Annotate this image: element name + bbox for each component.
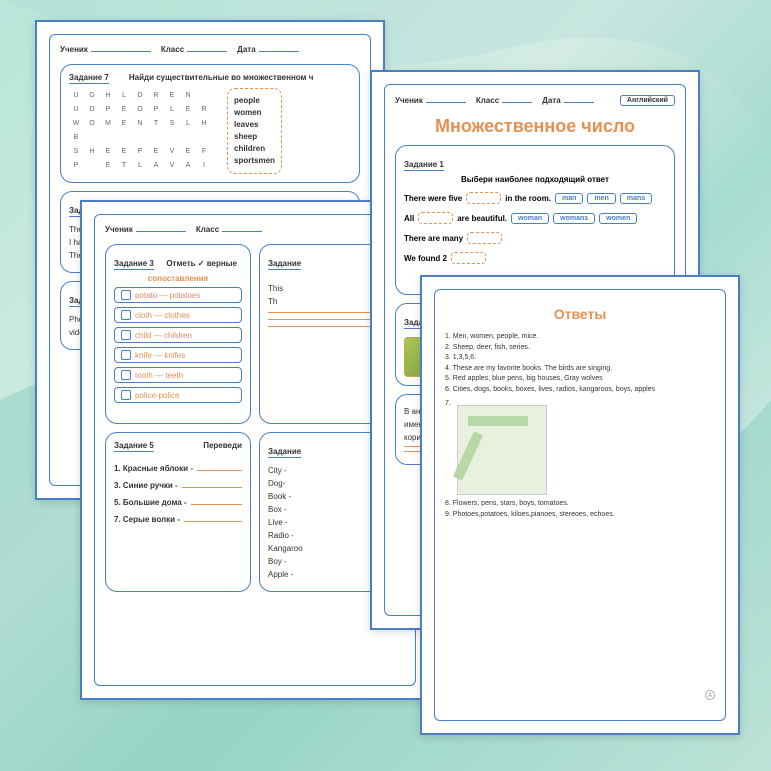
answer-line: 6. Cities, dogs, books, boxes, lives, ra… xyxy=(445,385,715,396)
task-6-label: Задание xyxy=(268,447,301,458)
checkbox[interactable] xyxy=(121,350,131,360)
match-item[interactable]: potato — potatoes xyxy=(114,287,242,303)
task-1-box: Задание 1 Выбери наиболее подходящий отв… xyxy=(395,145,675,295)
task-3-title: Отметь ✓ верные xyxy=(166,259,237,268)
translate-list: 1. Красные яблоки - 3. Синие ручки - 5. Бо… xyxy=(114,464,242,524)
choice-mans[interactable]: mans xyxy=(620,193,652,204)
match-item[interactable]: knife — knifes xyxy=(114,347,242,363)
task-5-title: Переведи xyxy=(203,441,242,450)
row1-text2: in the room. xyxy=(505,194,551,203)
translate-item: 5. Большие дома - xyxy=(114,498,242,507)
answers-list: 1. Men, women, people, mice.2. Sheep, de… xyxy=(445,332,715,395)
answer-line: 4. These are my favorite books. The bird… xyxy=(445,364,715,375)
task-1-label: Задание 1 xyxy=(404,160,444,171)
blank-box-4[interactable] xyxy=(451,252,486,264)
match-item[interactable]: police-police xyxy=(114,387,242,403)
matches-list: potato — potatoes cloth — clothes child — … xyxy=(114,287,242,403)
answer-line: 5. Red apples, blue pens, big houses, Gr… xyxy=(445,374,715,385)
translate-item: 3. Синие ручки - xyxy=(114,481,242,490)
translate-item: 1. Красные яблоки - xyxy=(114,464,242,473)
word-list: peoplewomenleavessheepchildrensportsmen xyxy=(234,95,275,167)
main-title: Множественное число xyxy=(395,116,675,137)
task-7-title: Найди существительные во множественном ч xyxy=(129,73,313,82)
wordsearch-grid: UGHLDRENUDPEOPLERWOMENTSLHBSHEEPEVEFPETL… xyxy=(69,92,211,174)
task-3-subtitle: сопоставления xyxy=(114,274,242,283)
choice-row-4: We found 2 xyxy=(404,252,666,264)
header-row-2: Ученик Класс xyxy=(105,225,405,234)
choice-men[interactable]: men xyxy=(587,193,615,204)
task-7-label: Задание 7 xyxy=(69,73,109,84)
choice-row-2: All are beautiful. woman womans women xyxy=(404,212,666,224)
class-label-3: Класс xyxy=(476,96,499,105)
row2-text1: All xyxy=(404,214,414,223)
checkbox[interactable] xyxy=(121,370,131,380)
blank-box-2[interactable] xyxy=(418,212,453,224)
language-badge: Английский xyxy=(620,95,675,106)
choice-women[interactable]: women xyxy=(599,213,637,224)
choice-man[interactable]: man xyxy=(555,193,583,204)
task-5-box: Задание 5 Переведи 1. Красные яблоки - 3.… xyxy=(105,432,251,592)
date-label: Дата xyxy=(237,45,256,54)
task-3-label: Задание 3 xyxy=(114,259,154,270)
row1-text1: There were five xyxy=(404,194,462,203)
header-row-3: Ученик Класс Дата Английский xyxy=(395,95,675,106)
answer-7: 7. xyxy=(445,399,451,410)
worksheet-inner-2: Ученик Класс Задание 3 Отметь ✓ верные с… xyxy=(94,214,416,686)
match-item[interactable]: child — children xyxy=(114,327,242,343)
worksheet-answers: Ответы 1. Men, women, people, mice.2. Sh… xyxy=(420,275,740,735)
checkbox[interactable] xyxy=(121,390,131,400)
answer-wordsearch-solution xyxy=(457,405,547,495)
choice-womans[interactable]: womans xyxy=(553,213,595,224)
task-3-box: Задание 3 Отметь ✓ верные сопоставления … xyxy=(105,244,251,424)
task-1-instruction: Выбери наиболее подходящий ответ xyxy=(404,175,666,184)
choice-woman[interactable]: woman xyxy=(511,213,549,224)
answer-8: 8. Flowers, pens, stars, boys, tomatoes. xyxy=(445,499,715,510)
translate-item: 7. Серые волки - xyxy=(114,515,242,524)
worksheet-inner-4: Ответы 1. Men, women, people, mice.2. Sh… xyxy=(434,289,726,721)
answers-title: Ответы xyxy=(445,306,715,322)
match-item[interactable]: cloth — clothes xyxy=(114,307,242,323)
choice-row-1: There were five in the room. man men man… xyxy=(404,192,666,204)
student-label-2: Ученик xyxy=(105,225,133,234)
date-label-3: Дата xyxy=(542,96,561,105)
answer-9: 9. Photoes,potatoes, kiloes,pianoes, ste… xyxy=(445,510,715,521)
checkbox[interactable] xyxy=(121,330,131,340)
row3-text: There are many xyxy=(404,234,463,243)
answer-line: 1. Men, women, people, mice. xyxy=(445,332,715,343)
student-label-3: Ученик xyxy=(395,96,423,105)
checkbox[interactable] xyxy=(121,290,131,300)
header-row: Ученик Класс Дата xyxy=(60,45,360,54)
class-label-2: Класс xyxy=(196,225,219,234)
class-label: Класс xyxy=(161,45,184,54)
task-4-label: Задание xyxy=(268,259,301,270)
answer-line: 3. 1,3,5,6. xyxy=(445,353,715,364)
word-list-box: peoplewomenleavessheepchildrensportsmen xyxy=(227,88,282,174)
row2-text2: are beautiful. xyxy=(457,214,507,223)
task4-text2: Th xyxy=(268,297,277,306)
student-label: Ученик xyxy=(60,45,88,54)
row4-text: We found 2 xyxy=(404,254,447,263)
blank-box-3[interactable] xyxy=(467,232,502,244)
choice-row-3: There are many xyxy=(404,232,666,244)
blank-box-1[interactable] xyxy=(466,192,501,204)
task-7-box: Задание 7 Найди существительные во множе… xyxy=(60,64,360,183)
page-marker: A xyxy=(705,690,715,700)
task-5-label: Задание 5 xyxy=(114,441,154,452)
checkbox[interactable] xyxy=(121,310,131,320)
task4-text1: This xyxy=(268,284,283,293)
answer-line: 2. Sheep, deer, fish, series. xyxy=(445,343,715,354)
match-item[interactable]: tooth — teeth xyxy=(114,367,242,383)
